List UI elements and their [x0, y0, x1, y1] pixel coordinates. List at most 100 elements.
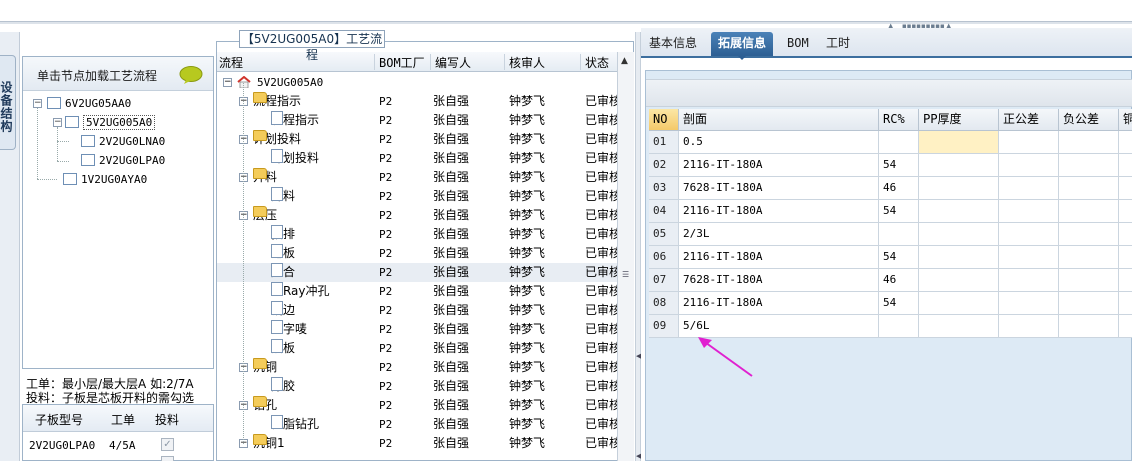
tree-expander-2[interactable]: − [53, 118, 62, 127]
grid-cell[interactable] [1119, 246, 1132, 269]
flow-row[interactable]: − 流程指示 P2 张自强 钟梦飞 已审核 [217, 92, 617, 111]
flow-row[interactable]: 树脂钻孔 P2 张自强 钟梦飞 已审核 [217, 415, 617, 434]
grid-cell[interactable]: 2116-IT-180A [679, 292, 879, 315]
flow-row[interactable]: −开料P2张自强钟梦飞已审核 [217, 168, 617, 187]
grid-cell[interactable] [1059, 315, 1119, 338]
grid-cell[interactable] [999, 315, 1059, 338]
grid-cell[interactable] [1059, 200, 1119, 223]
tab-extended-info[interactable]: 拓展信息 [711, 32, 774, 60]
scroll-up-icon[interactable]: ▲ [621, 56, 628, 66]
grid-cell[interactable] [1059, 177, 1119, 200]
table-row[interactable]: 04 2116-IT-180A 54 [649, 200, 1132, 223]
grid-cell[interactable] [1119, 200, 1132, 223]
col-header-plus-tolerance[interactable]: 正公差 [999, 109, 1059, 131]
grid-cell[interactable] [919, 269, 999, 292]
flow-row[interactable]: −钻孔P2张自强钟梦飞已审核 [217, 396, 617, 415]
grid-cell[interactable]: 02 [649, 154, 679, 177]
tab-bom[interactable]: BOM [780, 32, 816, 56]
grid-cell[interactable] [879, 223, 919, 246]
col-header-copper[interactable]: 铜 [1119, 109, 1132, 131]
flow-vertical-scrollbar[interactable]: ▲ ☰ [617, 52, 634, 461]
grid-cell[interactable] [1059, 154, 1119, 177]
col-header[interactable]: 编写人 [433, 54, 505, 70]
feed-checkbox[interactable] [161, 456, 174, 461]
grid-cell[interactable] [879, 131, 919, 154]
grid-cell[interactable]: 07 [649, 269, 679, 292]
flow-row[interactable]: 流程指示 P2 张自强 钟梦飞 已审核 [217, 111, 617, 130]
grid-cell[interactable] [919, 154, 999, 177]
grid-cell[interactable] [1119, 154, 1132, 177]
table-row[interactable]: 03 7628-IT-180A 46 [649, 177, 1132, 200]
flow-row[interactable]: −层压P2张自强钟梦飞已审核 [217, 206, 617, 225]
grid-cell[interactable] [919, 131, 999, 154]
flow-row[interactable]: 铣边 P2 张自强 钟梦飞 已审核 [217, 301, 617, 320]
grid-cell[interactable] [919, 315, 999, 338]
grid-cell[interactable]: 06 [649, 246, 679, 269]
grid-cell[interactable] [919, 292, 999, 315]
grid-cell[interactable] [919, 246, 999, 269]
feed-checkbox[interactable]: ✓ [161, 438, 174, 451]
tab-work-hours[interactable]: 工时 [819, 32, 857, 56]
grid-cell[interactable]: 09 [649, 315, 679, 338]
flow-row[interactable]: 烘板 P2 张自强 钟梦飞 已审核 [217, 339, 617, 358]
grid-cell[interactable] [1059, 131, 1119, 154]
col-header-pp-thickness[interactable]: PP厚度 [919, 109, 999, 131]
flow-row[interactable]: 除胶 P2 张自强 钟梦飞 已审核 [217, 377, 617, 396]
grid-cell[interactable]: 04 [649, 200, 679, 223]
col-header[interactable]: 核审人 [507, 54, 581, 70]
grid-cell[interactable]: 05 [649, 223, 679, 246]
flow-row[interactable]: 打字唛 P2 张自强 钟梦飞 已审核 [217, 320, 617, 339]
col-header-section[interactable]: 剖面 [679, 109, 879, 131]
grid-cell[interactable] [999, 154, 1059, 177]
flow-row[interactable]: 预排 P2 张自强 钟梦飞 已审核 [217, 225, 617, 244]
table-row[interactable]: 02 2116-IT-180A 54 [649, 154, 1132, 177]
table-row[interactable] [23, 454, 213, 461]
tree-node-selected[interactable]: 5V2UG005A0 [65, 114, 156, 130]
col-header[interactable]: BOM工厂 [377, 54, 431, 70]
grid-cell[interactable]: 46 [879, 177, 919, 200]
grid-cell[interactable] [999, 131, 1059, 154]
grid-cell[interactable]: 2116-IT-180A [679, 246, 879, 269]
grid-cell[interactable] [919, 223, 999, 246]
grid-cell[interactable] [1119, 177, 1132, 200]
grid-cell[interactable] [999, 177, 1059, 200]
grid-cell[interactable] [999, 269, 1059, 292]
flow-row[interactable]: − 沉铜1 P2 张自强 钟梦飞 已审核 [217, 434, 617, 453]
table-row[interactable]: 07 7628-IT-180A 46 [649, 269, 1132, 292]
flow-row[interactable]: 开料 P2 张自强 钟梦飞 已审核 [217, 187, 617, 206]
grid-cell[interactable] [1119, 269, 1132, 292]
grid-cell[interactable] [1059, 223, 1119, 246]
flow-row[interactable]: − 计划投料 P2 张自强 钟梦飞 已审核 [217, 130, 617, 149]
grid-cell[interactable] [1119, 131, 1132, 154]
grid-cell[interactable]: 46 [879, 269, 919, 292]
grid-cell[interactable]: 0.5 [679, 131, 879, 154]
grid-cell[interactable]: 2116-IT-180A [679, 200, 879, 223]
grid-cell[interactable] [919, 177, 999, 200]
grid-cell[interactable]: 03 [649, 177, 679, 200]
grid-cell[interactable] [1059, 292, 1119, 315]
col-header-rc[interactable]: RC% [879, 109, 919, 131]
tree-node[interactable]: 6V2UG05AA0 [47, 95, 131, 111]
col-header[interactable]: 流程 [217, 54, 375, 70]
grid-cell[interactable]: 2/3L [679, 223, 879, 246]
col-header[interactable]: 状态 [583, 54, 619, 70]
grid-cell[interactable]: 7628-IT-180A [679, 269, 879, 292]
grid-cell[interactable] [1119, 223, 1132, 246]
table-row[interactable]: 05 2/3L [649, 223, 1132, 246]
grid-cell[interactable] [919, 200, 999, 223]
grid-cell[interactable]: 54 [879, 246, 919, 269]
tree-node[interactable]: 2V2UG0LNA0 [81, 133, 165, 149]
grid-cell[interactable] [999, 223, 1059, 246]
tree-node[interactable]: 2V2UG0LPA0 [81, 152, 165, 168]
grid-cell[interactable] [999, 292, 1059, 315]
flow-expander[interactable]: − [223, 78, 232, 87]
grid-cell[interactable]: 54 [879, 200, 919, 223]
grid-cell[interactable] [1059, 269, 1119, 292]
side-tab-device-structure[interactable]: 设备结构 [0, 55, 16, 150]
grid-cell[interactable] [879, 315, 919, 338]
flow-row[interactable]: 排板 P2 张自强 钟梦飞 已审核 [217, 244, 617, 263]
table-row[interactable]: 01 0.5 [649, 131, 1132, 154]
grid-cell[interactable]: 2116-IT-180A [679, 154, 879, 177]
flow-row[interactable]: 压合 P2 张自强 钟梦飞 已审核 [217, 263, 617, 282]
grid-cell[interactable] [1059, 246, 1119, 269]
